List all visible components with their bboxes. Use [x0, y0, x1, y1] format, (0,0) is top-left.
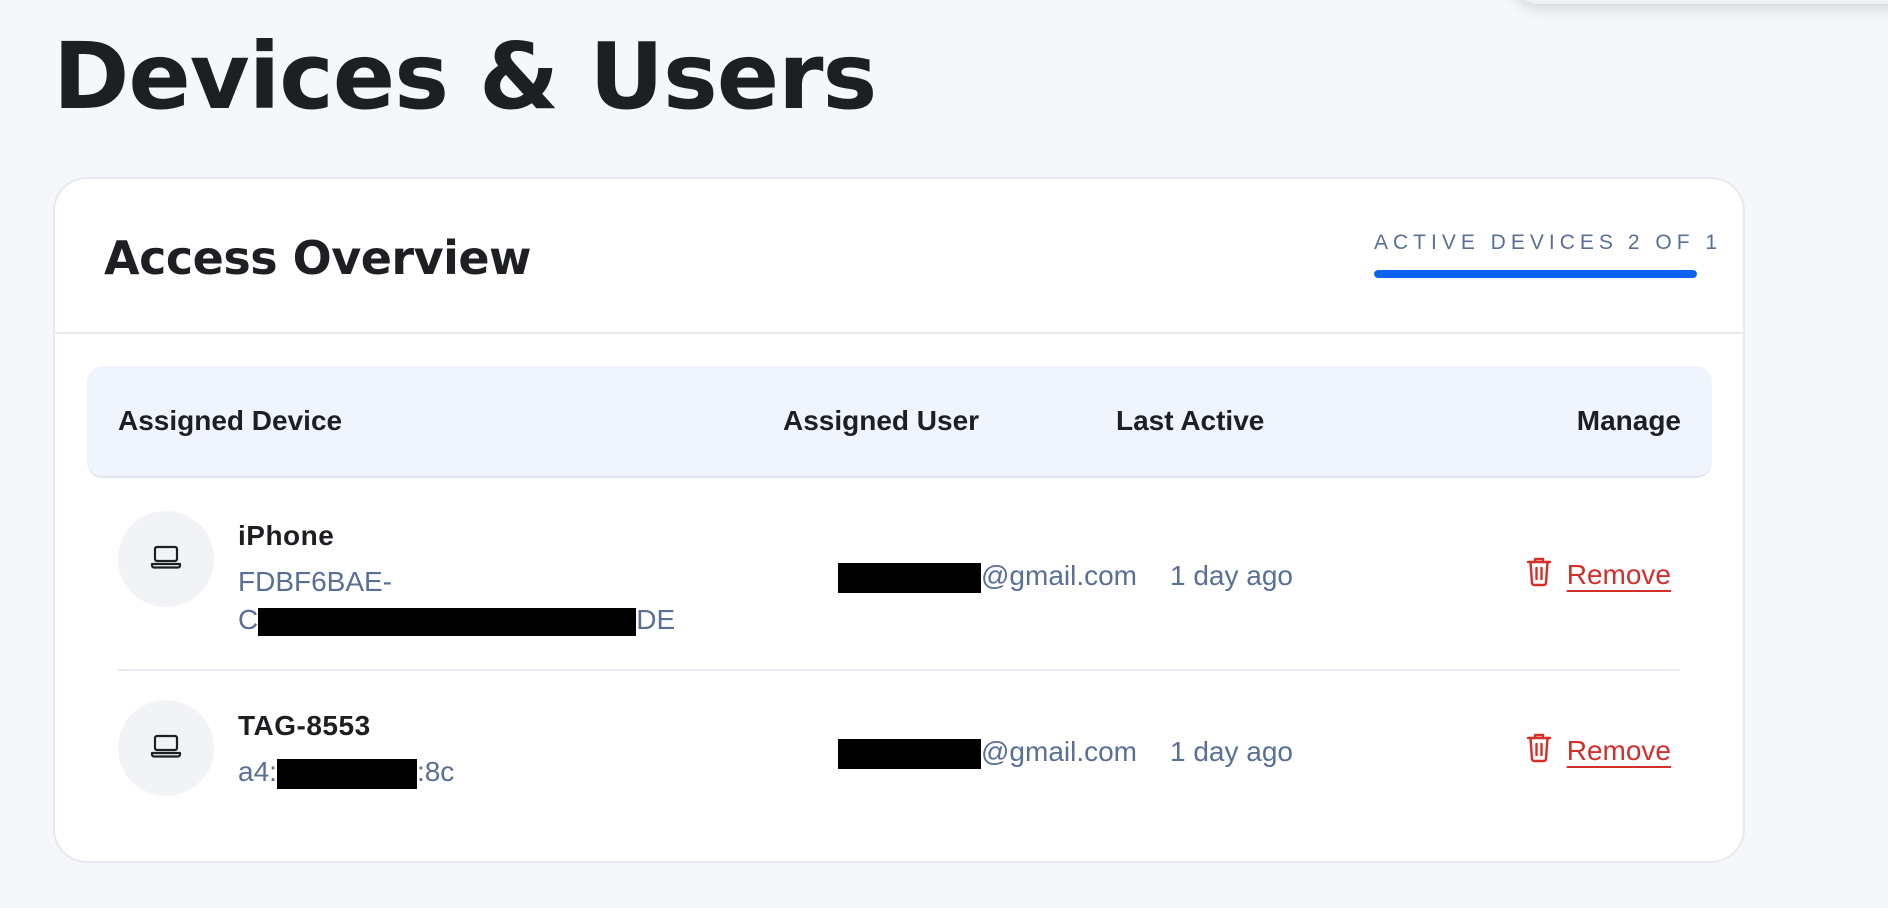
email-domain: @gmail.com: [981, 560, 1138, 591]
column-header-last-active: Last Active: [1116, 405, 1265, 436]
quota-progress-fill: [1374, 270, 1697, 278]
remove-label: Remove: [1566, 735, 1671, 766]
column-header-device: Assigned Device: [118, 405, 343, 436]
remove-button[interactable]: Remove: [1525, 731, 1671, 771]
device-id-prefix: a4:: [238, 756, 277, 787]
device-name: iPhone: [238, 520, 335, 551]
card-title: Access Overview: [104, 231, 532, 285]
redaction-block: [838, 738, 981, 769]
column-header-manage: Manage: [1576, 405, 1681, 436]
device-id-line-1: FDBF6BAE-: [238, 566, 393, 597]
redaction-block: [276, 758, 417, 789]
redaction-block: [838, 562, 981, 593]
trash-icon: [1525, 731, 1553, 771]
last-active: 1 day ago: [1170, 736, 1293, 767]
assigned-user-email: @gmail.com: [838, 559, 1137, 593]
quota-value: 2 OF 1: [1627, 231, 1723, 254]
floating-panel-edge: [1510, 0, 1888, 4]
table-row: TAG-8553 a4: :8c @gmail.com 1 day ago Rem…: [118, 671, 1680, 847]
table-row: iPhone FDBF6BAE- C DE @gmail.com 1 day ag…: [118, 479, 1680, 671]
trash-icon: [1525, 555, 1553, 595]
quota-label: ACTIVE DEVICES: [1374, 231, 1618, 254]
laptop-icon: [150, 544, 182, 575]
device-avatar: [118, 511, 214, 607]
quota-text: ACTIVE DEVICES 2 OF 1: [1374, 230, 1717, 256]
last-active: 1 day ago: [1170, 560, 1293, 591]
column-header-user: Assigned User: [783, 405, 980, 436]
email-domain: @gmail.com: [981, 736, 1138, 767]
quota-progress-bar: [1374, 270, 1697, 278]
card-header: Access Overview ACTIVE DEVICES 2 OF 1: [55, 179, 1743, 334]
table-header: Assigned Device Assigned User Last Activ…: [87, 366, 1712, 478]
access-overview-card: Access Overview ACTIVE DEVICES 2 OF 1 Ass…: [53, 177, 1745, 863]
active-devices-quota: ACTIVE DEVICES 2 OF 1: [1374, 230, 1717, 278]
assigned-user-email: @gmail.com: [838, 735, 1137, 769]
remove-button[interactable]: Remove: [1525, 555, 1671, 595]
redaction-block: [258, 607, 637, 636]
device-id-suffix: DE: [636, 604, 676, 635]
device-identifier: a4: :8c: [238, 753, 454, 791]
remove-label: Remove: [1566, 559, 1671, 590]
page-title: Devices & Users: [53, 23, 877, 130]
device-id-prefix: C: [238, 604, 259, 635]
device-id-line-2: C DE: [238, 601, 675, 639]
device-identifier: FDBF6BAE- C DE: [238, 563, 675, 639]
device-avatar: [118, 700, 214, 796]
device-name: TAG-8553: [238, 710, 371, 741]
laptop-icon: [150, 733, 182, 764]
device-id-suffix: :8c: [416, 756, 455, 787]
